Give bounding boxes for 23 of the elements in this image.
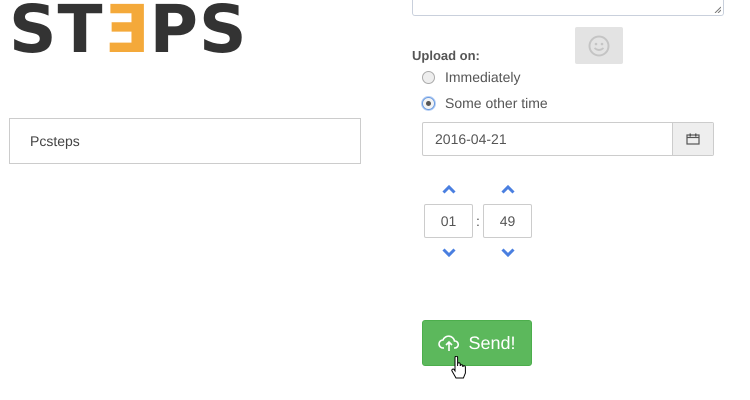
logo-text: ST — [9, 0, 104, 60]
chevron-up-icon[interactable] — [500, 185, 514, 194]
radio-button[interactable] — [422, 96, 435, 110]
smiley-icon — [588, 34, 610, 56]
calendar-icon[interactable] — [686, 133, 700, 145]
chevron-down-icon[interactable] — [500, 248, 514, 257]
radio-label: Immediately — [445, 69, 520, 85]
minutes-field[interactable]: 49 — [483, 204, 532, 238]
chevron-down-icon[interactable] — [442, 248, 456, 257]
logo-text: PS — [150, 0, 248, 60]
cloud-upload-icon — [438, 334, 460, 352]
time-separator: : — [475, 213, 481, 229]
radio-label: Some other time — [445, 95, 548, 111]
hand-cursor-icon — [450, 356, 468, 380]
name-field[interactable]: Pcsteps — [9, 118, 361, 164]
message-field[interactable] — [412, 0, 724, 16]
date-field[interactable]: 2016-04-21 — [422, 122, 714, 156]
hours-field[interactable]: 01 — [424, 204, 473, 238]
resize-handle-icon[interactable] — [714, 6, 721, 13]
chevron-up-icon[interactable] — [442, 185, 456, 194]
logo-text: Ǝ — [104, 0, 150, 60]
radio-button[interactable] — [422, 70, 435, 84]
upload-label: Upload on: — [412, 48, 481, 63]
